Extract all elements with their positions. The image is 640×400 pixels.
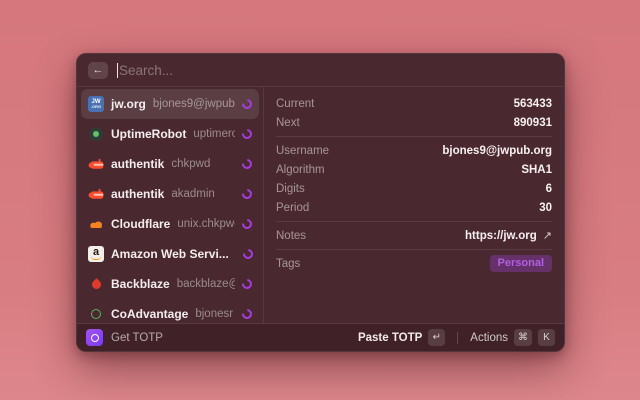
- detail-value-link[interactable]: https://jw.org↗: [465, 229, 552, 242]
- detail-label: Current: [276, 98, 314, 110]
- totp-countdown-icon: [240, 307, 254, 321]
- account-subtitle: chkpwd: [171, 158, 235, 170]
- cloudflare-icon: [88, 216, 104, 232]
- account-subtitle: bjones9@jwpub.org: [153, 98, 235, 110]
- account-title: UptimeRobot: [111, 127, 186, 141]
- account-title: CoAdvantage: [111, 307, 188, 321]
- detail-row: Period 30: [276, 198, 552, 217]
- action-footer: Get TOTP Paste TOTP ↵ Actions ⌘ K: [77, 324, 564, 351]
- detail-value: 890931: [514, 117, 552, 129]
- totp-countdown-icon: [240, 277, 254, 291]
- list-item[interactable]: authentik akadmin: [81, 179, 259, 209]
- account-title: authentik: [111, 187, 164, 201]
- detail-row: Next 890931: [276, 113, 552, 132]
- backblaze-icon: [88, 276, 104, 292]
- uptimerobot-icon: [88, 126, 104, 142]
- text-caret: [117, 63, 118, 78]
- totp-countdown-icon: [240, 97, 254, 111]
- list-item[interactable]: CoAdvantage bjonesr: [81, 299, 259, 323]
- detail-value: 6: [546, 183, 552, 195]
- account-title: Backblaze: [111, 277, 170, 291]
- totp-countdown-icon: [240, 157, 254, 171]
- k-key-icon: K: [538, 329, 555, 346]
- paste-totp-action[interactable]: Paste TOTP ↵: [358, 329, 445, 346]
- authentik-icon: [88, 186, 104, 202]
- detail-label: Next: [276, 117, 300, 129]
- external-link-icon: ↗: [543, 229, 552, 242]
- account-title: Amazon Web Servi...: [111, 247, 229, 261]
- list-item[interactable]: aAmazon Web Servi...aws1: [81, 239, 259, 269]
- back-button[interactable]: ←: [88, 62, 108, 79]
- detail-panel: Current 563433 Next 890931 Username bjones9@j…: [264, 87, 564, 323]
- detail-row: Username bjones9@jwpub.org: [276, 141, 552, 160]
- detail-value: bjones9@jwpub.org: [442, 145, 552, 157]
- arrow-left-icon: ←: [93, 65, 104, 76]
- totp-app-window: ← JW.ORG jw.org bjones9@jwpub.org UptimeRob…: [76, 53, 565, 352]
- list-item[interactable]: UptimeRobot uptimerobo...: [81, 119, 259, 149]
- detail-value: SHA1: [521, 164, 552, 176]
- account-title: jw.org: [111, 97, 146, 111]
- detail-label: Algorithm: [276, 164, 325, 176]
- detail-label: Digits: [276, 183, 305, 195]
- content-area: JW.ORG jw.org bjones9@jwpub.org UptimeRobot…: [77, 86, 564, 324]
- account-list: JW.ORG jw.org bjones9@jwpub.org UptimeRobot…: [77, 87, 264, 323]
- detail-section: Username bjones9@jwpub.org Algorithm SHA1 Di…: [276, 136, 552, 221]
- search-header: ←: [77, 54, 564, 86]
- detail-label: Tags: [276, 258, 300, 270]
- totp-countdown-icon: [240, 127, 254, 141]
- aws-icon: a: [88, 246, 104, 262]
- detail-row: Notes https://jw.org↗: [276, 226, 552, 245]
- detail-label: Username: [276, 145, 329, 157]
- detail-value: 563433: [514, 98, 552, 110]
- totp-countdown-icon: [241, 247, 255, 261]
- list-item[interactable]: Cloudflare unix.chkpwd...: [81, 209, 259, 239]
- totp-countdown-icon: [240, 217, 254, 231]
- actions-menu-button[interactable]: Actions ⌘ K: [470, 329, 555, 346]
- account-subtitle: bjonesr: [195, 308, 235, 320]
- detail-section: Notes https://jw.org↗: [276, 221, 552, 249]
- search-input[interactable]: [119, 63, 553, 78]
- list-item[interactable]: JW.ORG jw.org bjones9@jwpub.org: [81, 89, 259, 119]
- enter-key-icon: ↵: [428, 329, 445, 346]
- cmd-key-icon: ⌘: [514, 329, 532, 346]
- detail-value: 30: [539, 202, 552, 214]
- account-subtitle: backblaze@c...: [177, 278, 235, 290]
- list-item[interactable]: Backblaze backblaze@c...: [81, 269, 259, 299]
- authentik-icon: [88, 156, 104, 172]
- detail-label: Period: [276, 202, 309, 214]
- footer-divider: [457, 332, 458, 344]
- account-subtitle: akadmin: [171, 188, 235, 200]
- detail-section: Current 563433 Next 890931: [276, 90, 552, 136]
- account-title: authentik: [111, 157, 164, 171]
- detail-row: Algorithm SHA1: [276, 160, 552, 179]
- actions-label: Actions: [470, 332, 508, 344]
- tag-badge[interactable]: Personal: [490, 255, 552, 272]
- detail-label: Notes: [276, 230, 306, 242]
- list-item[interactable]: authentik chkpwd: [81, 149, 259, 179]
- totp-app-icon: [86, 329, 103, 346]
- jworg-icon: JW.ORG: [88, 96, 104, 112]
- detail-row: Tags Personal: [276, 254, 552, 273]
- coadvantage-icon: [88, 306, 104, 322]
- account-subtitle: uptimerobo...: [193, 128, 235, 140]
- detail-section: Tags Personal: [276, 249, 552, 277]
- totp-countdown-icon: [240, 187, 254, 201]
- detail-row: Digits 6: [276, 179, 552, 198]
- detail-row: Current 563433: [276, 94, 552, 113]
- search-wrap: [117, 63, 553, 78]
- paste-totp-label: Paste TOTP: [358, 332, 422, 344]
- account-subtitle: unix.chkpwd...: [177, 218, 235, 230]
- app-label: Get TOTP: [111, 332, 163, 344]
- account-title: Cloudflare: [111, 217, 170, 231]
